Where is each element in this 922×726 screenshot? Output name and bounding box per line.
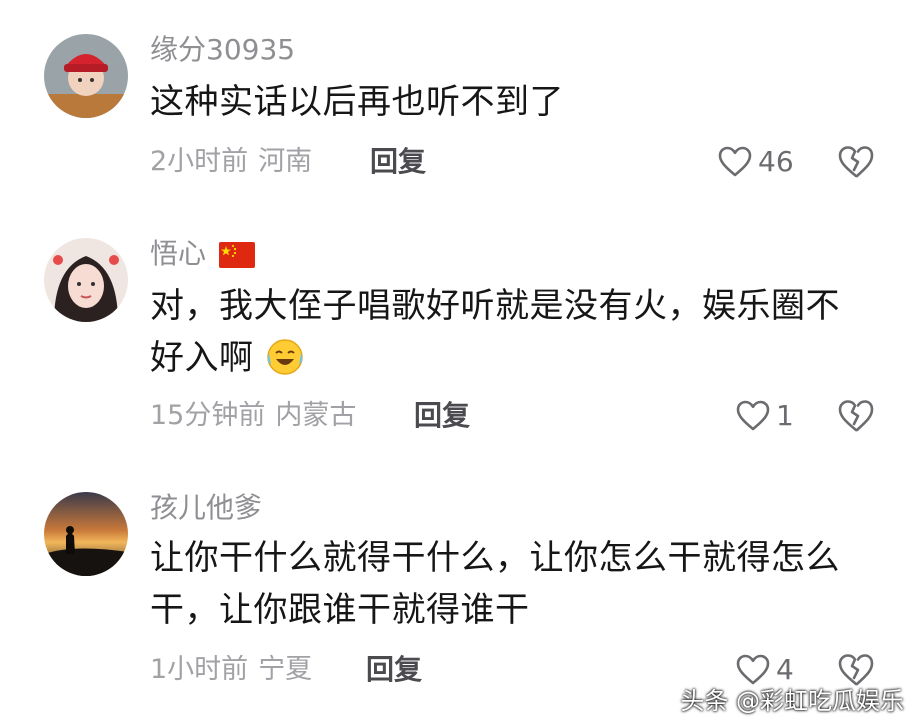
username[interactable]: 孩儿他爹 <box>150 490 262 526</box>
reply-button[interactable]: 回复 <box>414 398 470 434</box>
like-button[interactable]: 1 <box>736 398 794 434</box>
comment-location: 河南 <box>258 146 313 177</box>
like-count: 46 <box>758 145 794 178</box>
avatar[interactable] <box>44 34 128 118</box>
comment-location: 内蒙古 <box>275 400 357 431</box>
comment-text-line: 对，我大侄子唱歌好听就是没有火，娱乐圈不 <box>150 286 840 326</box>
username[interactable]: 缘分30935 <box>150 32 295 68</box>
comment-meta: 15分钟前 内蒙古 <box>150 398 356 434</box>
broken-heart-icon <box>838 400 874 432</box>
comment-time: 1小时前 <box>150 654 249 685</box>
comment-time: 2小时前 <box>150 146 249 177</box>
like-count: 1 <box>776 399 794 432</box>
comment-text-line: 这种实话以后再也听不到了 <box>150 82 564 122</box>
comment-text: 对，我大侄子唱歌好听就是没有火，娱乐圈不 好入啊 <box>150 280 880 384</box>
comment-text: 这种实话以后再也听不到了 <box>150 76 880 128</box>
heart-icon <box>736 400 770 431</box>
reply-button[interactable]: 回复 <box>370 144 426 180</box>
avatar[interactable] <box>44 492 128 576</box>
reply-button[interactable]: 回复 <box>366 652 422 688</box>
comment-time: 15分钟前 <box>150 400 266 431</box>
crying-laughing-emoji-icon <box>267 339 303 375</box>
dislike-button[interactable] <box>838 399 874 437</box>
china-flag-icon <box>218 242 255 268</box>
username[interactable]: 悟心 <box>150 236 255 272</box>
dislike-button[interactable] <box>838 145 874 183</box>
comment-text-line: 好入啊 <box>150 332 880 384</box>
like-button[interactable]: 46 <box>718 144 794 180</box>
broken-heart-icon <box>838 146 874 178</box>
comment-meta: 2小时前 河南 <box>150 144 312 180</box>
avatar[interactable] <box>44 238 128 322</box>
comment-text-line: 让你干什么就得干什么，让你怎么干就得怎么 <box>150 538 840 578</box>
username-text: 悟心 <box>150 237 207 270</box>
comment-location: 宁夏 <box>258 654 313 685</box>
comment-text-line: 干，让你跟谁干就得谁干 <box>150 590 530 630</box>
heart-icon <box>718 146 752 177</box>
comment-meta: 1小时前 宁夏 <box>150 652 312 688</box>
comment-text: 让你干什么就得干什么，让你怎么干就得怎么 干，让你跟谁干就得谁干 <box>150 532 880 636</box>
watermark: 头条 @彩虹吃瓜娱乐 <box>680 687 904 715</box>
